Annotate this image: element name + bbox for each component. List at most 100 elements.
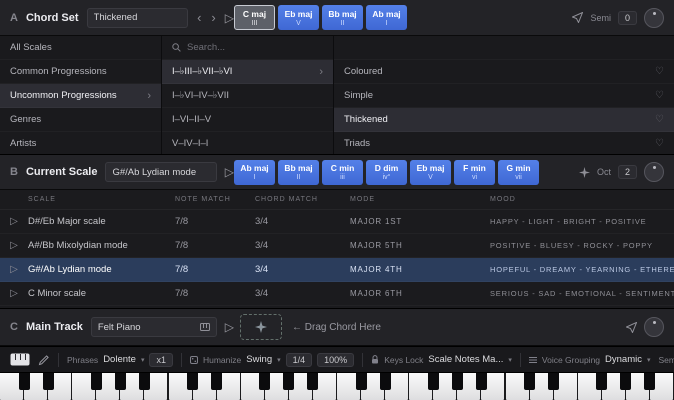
humanize-dropdown[interactable]: Swing bbox=[246, 354, 272, 365]
instrument-value: Felt Piano bbox=[98, 322, 141, 333]
category-label: Common Progressions bbox=[10, 66, 107, 77]
favorite-heart-icon[interactable]: ♡ bbox=[655, 114, 664, 125]
chord-app-window: A Chord Set Thickened ‹ › ▷ C maj III Eb… bbox=[0, 0, 674, 400]
main-track-dial-button[interactable] bbox=[644, 317, 664, 337]
keyboard-icon[interactable] bbox=[10, 353, 30, 366]
note-match-value: 7/8 bbox=[175, 240, 255, 251]
scale-row[interactable]: ▷ C Minor scale 7/8 3/4 MAJOR 6TH SERIOU… bbox=[0, 282, 674, 306]
voicing-item-simple[interactable]: Simple ♡ bbox=[334, 84, 674, 108]
chord-pad[interactable]: D dim iv° bbox=[366, 160, 407, 185]
chord-pad-name: Ab maj bbox=[240, 163, 268, 173]
piano-black-key[interactable] bbox=[307, 373, 318, 390]
chord-pad[interactable]: Ab maj I bbox=[366, 5, 407, 30]
chord-pad[interactable]: Bb maj II bbox=[322, 5, 363, 30]
play-row-button[interactable]: ▷ bbox=[0, 216, 28, 227]
scale-row-selected[interactable]: ▷ G#/Ab Lydian mode 7/8 3/4 MAJOR 4TH HO… bbox=[0, 258, 674, 282]
piano-black-key[interactable] bbox=[91, 373, 102, 390]
chord-set-pads: C maj III Eb maj V Bb maj II Ab maj I bbox=[234, 5, 407, 30]
piano-black-key[interactable] bbox=[548, 373, 559, 390]
piano-black-key[interactable] bbox=[428, 373, 439, 390]
chord-pad[interactable]: Ab maj I bbox=[234, 160, 275, 185]
piano-black-key[interactable] bbox=[283, 373, 294, 390]
current-scale-dropdown[interactable]: G#/Ab Lydian mode bbox=[105, 162, 216, 182]
favorite-heart-icon[interactable]: ♡ bbox=[655, 90, 664, 101]
chord-set-dial-button[interactable] bbox=[644, 8, 664, 28]
progression-item[interactable]: I–VI–II–V bbox=[162, 108, 333, 132]
keys-lock-dropdown[interactable]: Scale Notes Ma... bbox=[428, 354, 503, 365]
sidebar-item-common-progressions[interactable]: Common Progressions bbox=[0, 60, 161, 84]
piano-black-key[interactable] bbox=[476, 373, 487, 390]
play-row-button[interactable]: ▷ bbox=[0, 240, 28, 251]
pencil-icon[interactable] bbox=[38, 354, 50, 366]
play-row-button[interactable]: ▷ bbox=[0, 264, 28, 275]
piano-black-key[interactable] bbox=[211, 373, 222, 390]
piano-black-key[interactable] bbox=[139, 373, 150, 390]
chord-pad[interactable]: Eb maj V bbox=[278, 5, 319, 30]
chord-pad[interactable]: C min iii bbox=[322, 160, 363, 185]
piano-black-key[interactable] bbox=[596, 373, 607, 390]
piano-black-key[interactable] bbox=[187, 373, 198, 390]
progression-item[interactable]: I–♭III–♭VII–♭VI › bbox=[162, 60, 333, 84]
piano-black-key[interactable] bbox=[19, 373, 30, 390]
chord-pad[interactable]: Eb maj V bbox=[410, 160, 451, 185]
sidebar-item-uncommon-progressions[interactable]: Uncommon Progressions › bbox=[0, 84, 161, 108]
piano-black-key[interactable] bbox=[356, 373, 367, 390]
browser-panel: All Scales Common Progressions Uncommon … bbox=[0, 36, 674, 154]
progression-label: I–♭III–♭VII–♭VI bbox=[172, 66, 232, 77]
current-scale-dial-button[interactable] bbox=[644, 162, 664, 182]
instrument-dropdown[interactable]: Felt Piano bbox=[91, 317, 217, 337]
oct-value[interactable]: 2 bbox=[618, 165, 637, 179]
voicing-item-triads[interactable]: Triads ♡ bbox=[334, 132, 674, 154]
chevron-down-icon: ▾ bbox=[508, 356, 512, 364]
piano-black-key[interactable] bbox=[259, 373, 270, 390]
piano-black-key[interactable] bbox=[115, 373, 126, 390]
search-input[interactable] bbox=[187, 42, 307, 53]
piano-black-key[interactable] bbox=[524, 373, 535, 390]
voicing-item-thickened[interactable]: Thickened ♡ bbox=[334, 108, 674, 132]
dial-dot bbox=[653, 321, 656, 324]
prev-preset-button[interactable]: ‹ bbox=[196, 11, 202, 24]
scale-name: C Minor scale bbox=[28, 288, 175, 299]
chord-pad[interactable]: G min vii bbox=[498, 160, 539, 185]
sidebar-item-genres[interactable]: Genres bbox=[0, 108, 161, 132]
lock-icon bbox=[371, 355, 379, 364]
play-row-button[interactable]: ▷ bbox=[0, 288, 28, 299]
scale-chord-pads: Ab maj I Bb maj II C min iii D dim iv° E… bbox=[234, 160, 539, 185]
phrases-multiplier[interactable]: x1 bbox=[149, 353, 173, 367]
send-icon[interactable] bbox=[626, 322, 637, 333]
favorite-heart-icon[interactable]: ♡ bbox=[655, 66, 664, 77]
sparkle-icon[interactable] bbox=[579, 167, 590, 178]
chord-pad[interactable]: C maj III bbox=[234, 5, 275, 30]
next-preset-button[interactable]: › bbox=[210, 11, 216, 24]
play-track-button[interactable]: ▷ bbox=[225, 321, 234, 333]
chord-pad[interactable]: Bb maj II bbox=[278, 160, 319, 185]
sidebar-item-artists[interactable]: Artists bbox=[0, 132, 161, 154]
play-scale-button[interactable]: ▷ bbox=[225, 166, 234, 178]
scale-row[interactable]: ▷ D#/Eb Major scale 7/8 3/4 MAJOR 1ST HA… bbox=[0, 210, 674, 234]
scale-row[interactable]: ▷ A#/Bb Mixolydian mode 7/8 3/4 MAJOR 5T… bbox=[0, 234, 674, 258]
chord-set-preset-dropdown[interactable]: Thickened bbox=[87, 8, 189, 28]
chord-pad-name: D dim bbox=[375, 163, 399, 173]
favorite-heart-icon[interactable]: ♡ bbox=[655, 138, 664, 149]
piano-black-key[interactable] bbox=[620, 373, 631, 390]
piano-black-key[interactable] bbox=[452, 373, 463, 390]
progression-item[interactable]: V–IV–I–I bbox=[162, 132, 333, 154]
send-icon[interactable] bbox=[572, 12, 583, 23]
voicing-label: Triads bbox=[344, 138, 370, 149]
semi-value[interactable]: 0 bbox=[618, 11, 637, 25]
progression-item[interactable]: I–♭VI–IV–♭VII bbox=[162, 84, 333, 108]
humanize-label: Humanize bbox=[203, 355, 241, 365]
voicing-item-coloured[interactable]: Coloured ♡ bbox=[334, 60, 674, 84]
humanize-division[interactable]: 1/4 bbox=[286, 353, 313, 367]
humanize-percent[interactable]: 100% bbox=[317, 353, 354, 367]
phrases-dropdown[interactable]: Dolente bbox=[103, 354, 136, 365]
sidebar-item-all-scales[interactable]: All Scales bbox=[0, 36, 161, 60]
chord-drop-zone[interactable] bbox=[240, 314, 282, 340]
piano-black-key[interactable] bbox=[43, 373, 54, 390]
piano-black-key[interactable] bbox=[644, 373, 655, 390]
chord-pad[interactable]: F min vi bbox=[454, 160, 495, 185]
voice-grouping-dropdown[interactable]: Dynamic bbox=[605, 354, 642, 365]
piano-black-key[interactable] bbox=[380, 373, 391, 390]
voicing-list: Coloured ♡ Simple ♡ Thickened ♡ Triads ♡ bbox=[334, 36, 674, 154]
play-chord-set-button[interactable]: ▷ bbox=[225, 12, 234, 24]
